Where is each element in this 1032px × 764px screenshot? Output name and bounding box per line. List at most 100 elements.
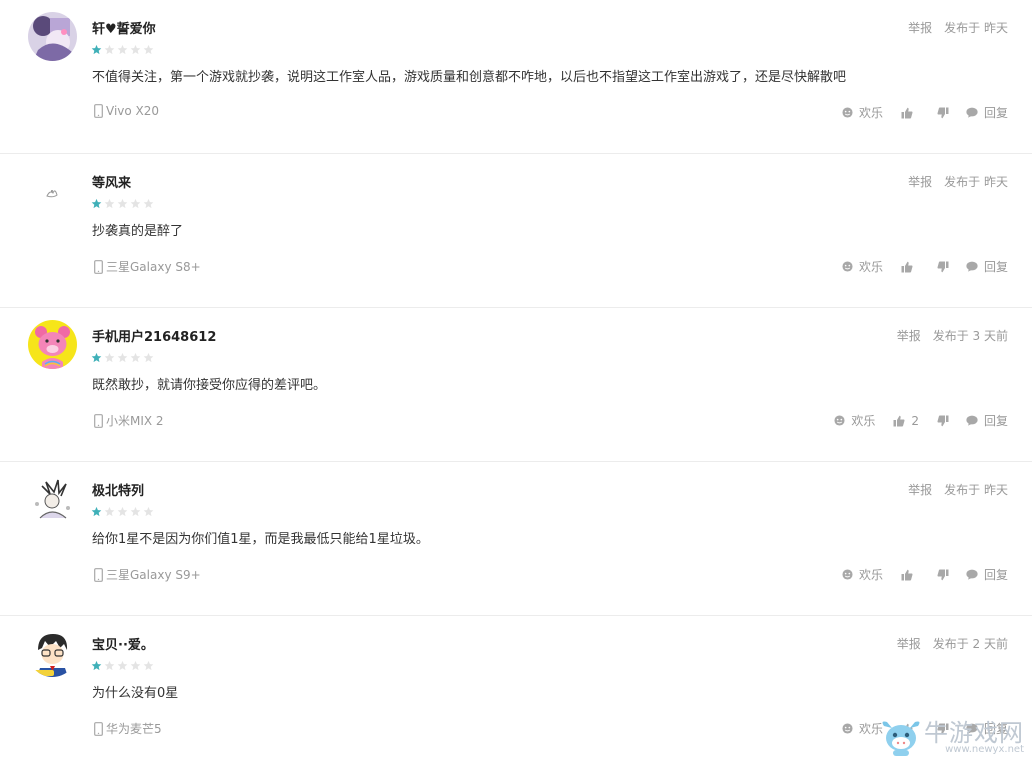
user-name[interactable]: 手机用户21648612 [92, 326, 216, 345]
review-content: 抄袭真的是醉了 [92, 224, 184, 239]
thumbs-up-icon [893, 415, 908, 427]
reply-label: 回复 [983, 106, 1008, 120]
phone-icon [94, 721, 103, 736]
fun-button[interactable]: 欢乐 [842, 104, 883, 121]
review-content: 为什么没有0星 [92, 686, 179, 701]
report-link[interactable]: 举报 [908, 21, 932, 35]
report-link[interactable]: 举报 [908, 175, 932, 189]
smiley-icon [842, 723, 856, 734]
user-name[interactable]: 极北特列 [92, 480, 144, 499]
anime-girl-avatar[interactable] [28, 12, 77, 61]
posted-prefix: 发布于 [932, 329, 969, 343]
like-count: 2 [911, 413, 919, 428]
device-name: 三星Galaxy S9+ [106, 568, 201, 582]
thumbs-up-icon [901, 261, 916, 273]
smiley-icon [842, 107, 856, 118]
device-name: Vivo X20 [106, 104, 160, 118]
posted-time: 昨天 [983, 483, 1008, 497]
device-name: 华为麦芒5 [106, 722, 162, 736]
review-meta: 举报 发布于 昨天 [908, 481, 1008, 498]
like-button[interactable] [901, 107, 919, 119]
posted-time: 3 天前 [972, 329, 1008, 343]
review-content: 给你1星不是因为你们值1星，而是我最低只能给1星垃圾。 [92, 532, 429, 547]
star-empty-icon [117, 502, 130, 517]
device-name: 三星Galaxy S8+ [106, 260, 201, 274]
dislike-button[interactable] [937, 261, 952, 273]
posted-prefix: 发布于 [944, 175, 981, 189]
posted-prefix: 发布于 [932, 637, 969, 651]
like-button[interactable]: 2 [893, 414, 919, 428]
small-sketch-avatar[interactable] [28, 166, 77, 215]
report-link[interactable]: 举报 [897, 329, 921, 343]
dislike-button[interactable] [937, 569, 952, 581]
review-meta: 举报 发布于 昨天 [908, 19, 1008, 36]
thumbs-up-icon [901, 569, 916, 581]
review-actions: 欢乐 回复 [842, 258, 1008, 275]
star-empty-icon [143, 348, 156, 363]
report-link[interactable]: 举报 [897, 637, 921, 651]
star-empty-icon [104, 40, 117, 55]
star-empty-icon [130, 656, 143, 671]
review-actions: 欢乐 回复 [842, 566, 1008, 583]
star-empty-icon [143, 502, 156, 517]
thumbs-down-icon [937, 569, 952, 581]
report-link[interactable]: 举报 [908, 483, 932, 497]
like-button[interactable] [901, 569, 919, 581]
smiley-icon [842, 261, 856, 272]
star-empty-icon [143, 194, 156, 209]
fun-button[interactable]: 欢乐 [842, 258, 883, 275]
star-empty-icon [117, 348, 130, 363]
review-actions: 欢乐 回复 [842, 104, 1008, 121]
star-filled-icon [91, 656, 104, 671]
reply-button[interactable]: 回复 [966, 566, 1008, 583]
fun-button[interactable]: 欢乐 [834, 412, 875, 429]
reply-label: 回复 [983, 568, 1008, 582]
user-name[interactable]: 轩♥誓爱你 [92, 18, 156, 37]
fun-button[interactable]: 欢乐 [842, 720, 883, 737]
like-button[interactable] [901, 261, 919, 273]
star-empty-icon [117, 656, 130, 671]
thumbs-down-icon [937, 415, 952, 427]
review-meta: 举报 发布于 昨天 [908, 173, 1008, 190]
posted-prefix: 发布于 [944, 483, 981, 497]
fun-button[interactable]: 欢乐 [842, 566, 883, 583]
dislike-button[interactable] [937, 107, 952, 119]
fun-label: 欢乐 [851, 414, 876, 428]
smiley-icon [834, 415, 848, 426]
watermark: 牛游戏网 www.newyx.net [878, 718, 1024, 758]
star-empty-icon [143, 656, 156, 671]
star-rating [91, 348, 156, 363]
star-empty-icon [130, 348, 143, 363]
review-content: 不值得关注，第一个游戏就抄袭，说明这工作室人品，游戏质量和创意都不咋地，以后也不… [92, 70, 847, 85]
reply-label: 回复 [983, 414, 1008, 428]
reply-label: 回复 [983, 260, 1008, 274]
fun-label: 欢乐 [858, 106, 883, 120]
phone-icon [94, 104, 103, 118]
star-empty-icon [104, 656, 117, 671]
star-empty-icon [117, 40, 130, 55]
star-filled-icon [91, 194, 104, 209]
star-rating [91, 40, 156, 55]
star-empty-icon [117, 194, 130, 209]
comment-bubble-icon [966, 569, 981, 580]
star-rating [91, 194, 156, 209]
reply-button[interactable]: 回复 [966, 104, 1008, 121]
device-info: 三星Galaxy S8+ [94, 258, 201, 275]
detective-avatar[interactable] [28, 628, 77, 677]
phone-icon [94, 567, 103, 582]
user-name[interactable]: 宝贝··爱。 [92, 634, 154, 653]
review-meta: 举报 发布于 2 天前 [897, 635, 1008, 652]
watermark-brand: 牛游戏网 [924, 719, 1024, 747]
star-empty-icon [130, 194, 143, 209]
dislike-button[interactable] [937, 415, 952, 427]
pink-bear-avatar[interactable] [28, 320, 77, 369]
star-empty-icon [104, 502, 117, 517]
sketch-character-avatar[interactable] [28, 474, 77, 523]
thumbs-up-icon [901, 107, 916, 119]
posted-time: 昨天 [983, 175, 1008, 189]
user-name[interactable]: 等风来 [92, 172, 131, 191]
reply-button[interactable]: 回复 [966, 258, 1008, 275]
review-item: 极北特列 举报 发布于 昨天给你1星不是因为你们值1星，而是我最低只能给1星垃圾。三… [0, 462, 1032, 616]
star-empty-icon [130, 40, 143, 55]
reply-button[interactable]: 回复 [966, 412, 1008, 429]
